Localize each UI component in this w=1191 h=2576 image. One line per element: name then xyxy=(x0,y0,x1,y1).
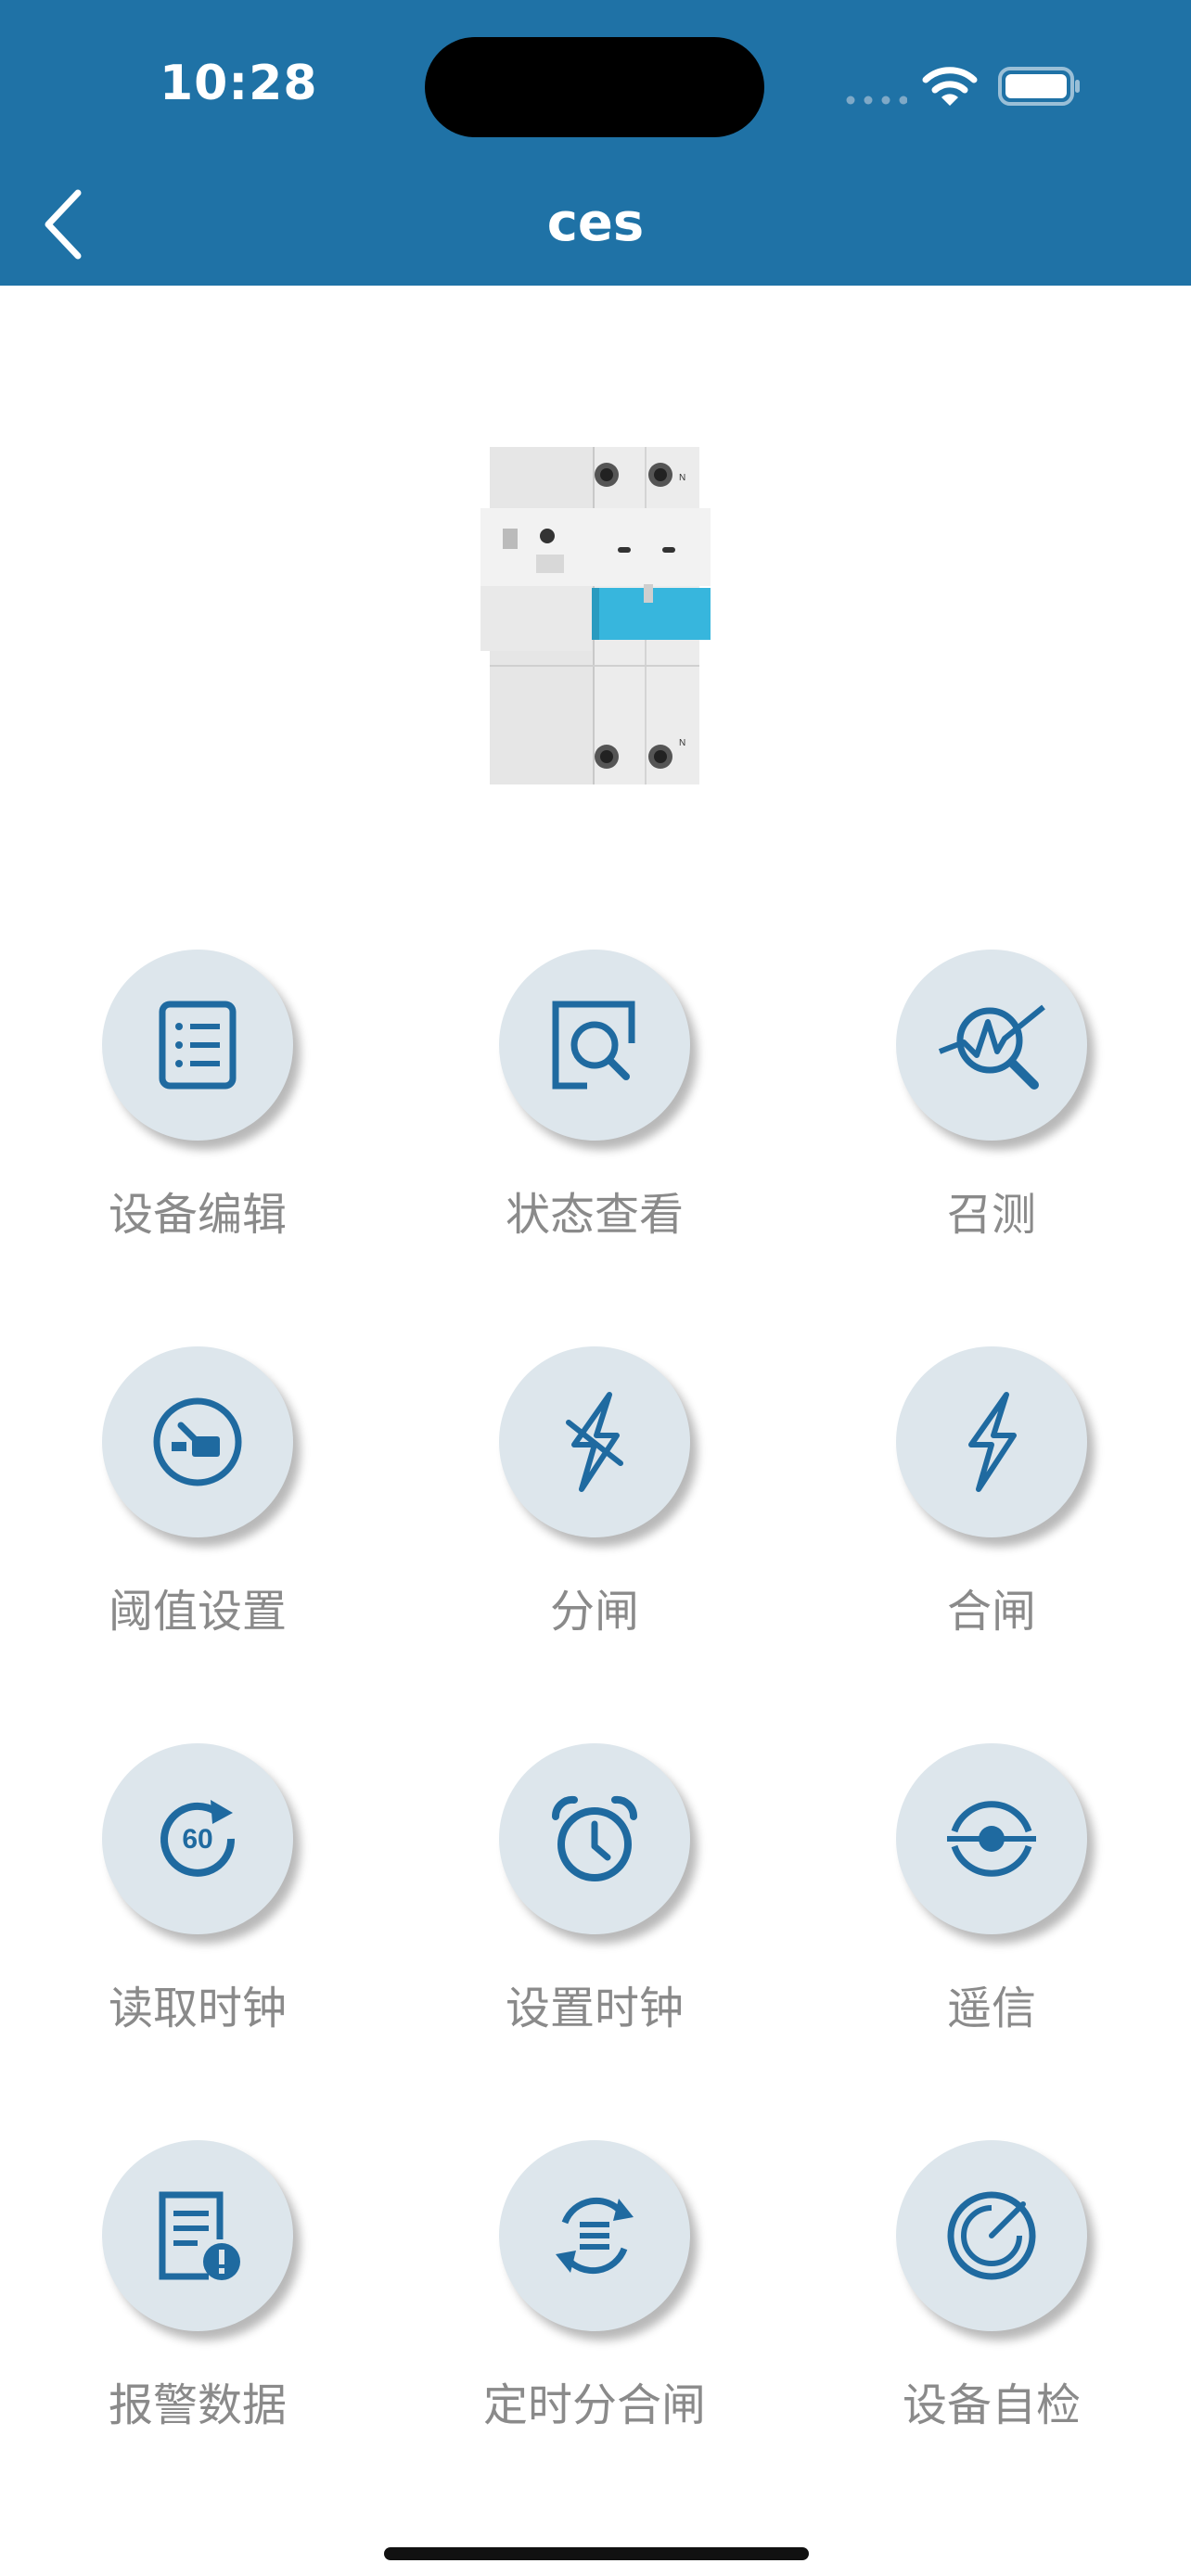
label: 分闸 xyxy=(549,1586,639,1638)
waveform-search-icon xyxy=(938,1004,1045,1090)
list-document-icon xyxy=(159,1001,237,1090)
dynamic-island xyxy=(425,37,764,137)
threshold-setting-button[interactable]: 阈值设置 xyxy=(56,1346,334,1652)
gauge-icon xyxy=(153,1397,242,1486)
refresh-list-icon xyxy=(556,2197,634,2275)
timed-switch-button[interactable]: 定时分合闸 xyxy=(453,2140,731,2446)
label: 遥信 xyxy=(946,1983,1036,2034)
label: 合闸 xyxy=(946,1586,1036,1638)
alert-document-icon xyxy=(159,2191,240,2280)
alarm-clock-icon xyxy=(551,1795,638,1881)
set-clock-button[interactable]: 设置时钟 xyxy=(453,1743,731,2049)
close-breaker-button[interactable]: 合闸 xyxy=(850,1346,1128,1652)
remote-signal-icon xyxy=(947,1801,1036,1877)
wifi-icon xyxy=(922,67,978,106)
label: 设备自检 xyxy=(902,2379,1081,2431)
search-status-icon xyxy=(552,1001,635,1090)
timer-60-icon: 60 xyxy=(160,1800,236,1877)
battery-icon xyxy=(998,67,1080,106)
status-view-button[interactable]: 状态查看 xyxy=(453,950,731,1256)
navigation-header: 10:28 ces xyxy=(0,0,1191,286)
circuit-breaker-image: N N xyxy=(480,447,711,784)
label: 读取时钟 xyxy=(108,1983,287,2034)
home-indicator xyxy=(384,2547,809,2560)
label: 召测 xyxy=(946,1189,1036,1241)
remote-signal-button[interactable]: 遥信 xyxy=(850,1743,1128,2049)
read-clock-button[interactable]: 60 读取时钟 xyxy=(56,1743,334,2049)
label: 设置时钟 xyxy=(505,1983,684,2034)
label: 定时分合闸 xyxy=(482,2379,706,2431)
label: 阈值设置 xyxy=(108,1586,287,1638)
svg-text:N: N xyxy=(679,738,685,748)
open-breaker-button[interactable]: 分闸 xyxy=(453,1346,731,1652)
device-edit-button[interactable]: 设备编辑 xyxy=(56,950,334,1256)
call-measure-button[interactable]: 召测 xyxy=(850,950,1128,1256)
label: 设备编辑 xyxy=(108,1189,287,1241)
radar-icon xyxy=(947,2191,1036,2280)
lightning-cross-icon xyxy=(566,1392,623,1492)
alarm-data-button[interactable]: 报警数据 xyxy=(56,2140,334,2446)
status-time: 10:28 xyxy=(160,56,318,111)
label: 状态查看 xyxy=(505,1189,684,1241)
cellular-signal-icon xyxy=(846,96,907,105)
lightning-icon xyxy=(968,1392,1017,1492)
page-title: ces xyxy=(546,193,645,253)
self-check-button[interactable]: 设备自检 xyxy=(850,2140,1128,2446)
label: 报警数据 xyxy=(108,2379,287,2431)
svg-text:N: N xyxy=(679,473,685,483)
svg-text:60: 60 xyxy=(182,1824,212,1855)
